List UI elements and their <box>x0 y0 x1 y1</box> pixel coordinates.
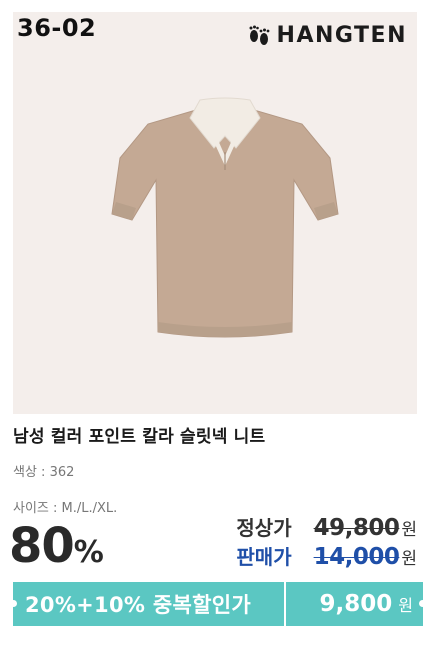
regular-price-label: 정상가 <box>236 516 292 540</box>
sale-price-currency: 원 <box>401 549 417 569</box>
product-title[interactable]: 남성 컬러 포인트 칼라 슬릿넥 니트 <box>13 422 265 447</box>
product-sizes: 사이즈 : M./L./XL. <box>13 501 118 516</box>
promo-banner[interactable]: 20%+10% 중복할인가 9,800 원 <box>10 582 426 626</box>
promo-label-box: 20%+10% 중복할인가 <box>10 582 284 626</box>
sale-price-row: 판매가 14,000 원 <box>236 541 417 570</box>
sale-price-value: 14,000 <box>313 544 400 570</box>
banner-notch-left <box>10 600 17 607</box>
final-price-currency: 원 <box>398 596 413 615</box>
final-price-value: 9,800 <box>319 591 393 617</box>
discount-rate: 80% <box>9 522 104 570</box>
brand-logo: HANGTEN <box>247 22 407 48</box>
product-image-area[interactable]: 36-02 HANGTEN <box>13 12 417 414</box>
discount-value: 80 <box>9 518 75 574</box>
product-card[interactable]: 36-02 HANGTEN 남성 컬러 포인트 칼라 슬릿넥 니트 색상: 3… <box>0 0 430 650</box>
regular-price-currency: 원 <box>401 520 417 540</box>
promo-text: 20%+10% 중복할인가 <box>25 593 251 617</box>
brand-name: HANGTEN <box>276 22 407 48</box>
sale-price-label: 판매가 <box>236 545 292 569</box>
product-photo-knit-shirt[interactable] <box>108 96 342 342</box>
regular-price-row: 정상가 49,800 원 <box>236 512 417 541</box>
regular-price-value: 49,800 <box>313 515 400 541</box>
product-code: 36-02 <box>17 14 97 42</box>
banner-notch-right <box>419 600 426 607</box>
final-price-box: 9,800 원 <box>286 582 426 626</box>
footprints-icon <box>249 25 269 45</box>
discount-unit: % <box>73 535 104 570</box>
product-color: 색상 : 362 <box>13 465 75 480</box>
